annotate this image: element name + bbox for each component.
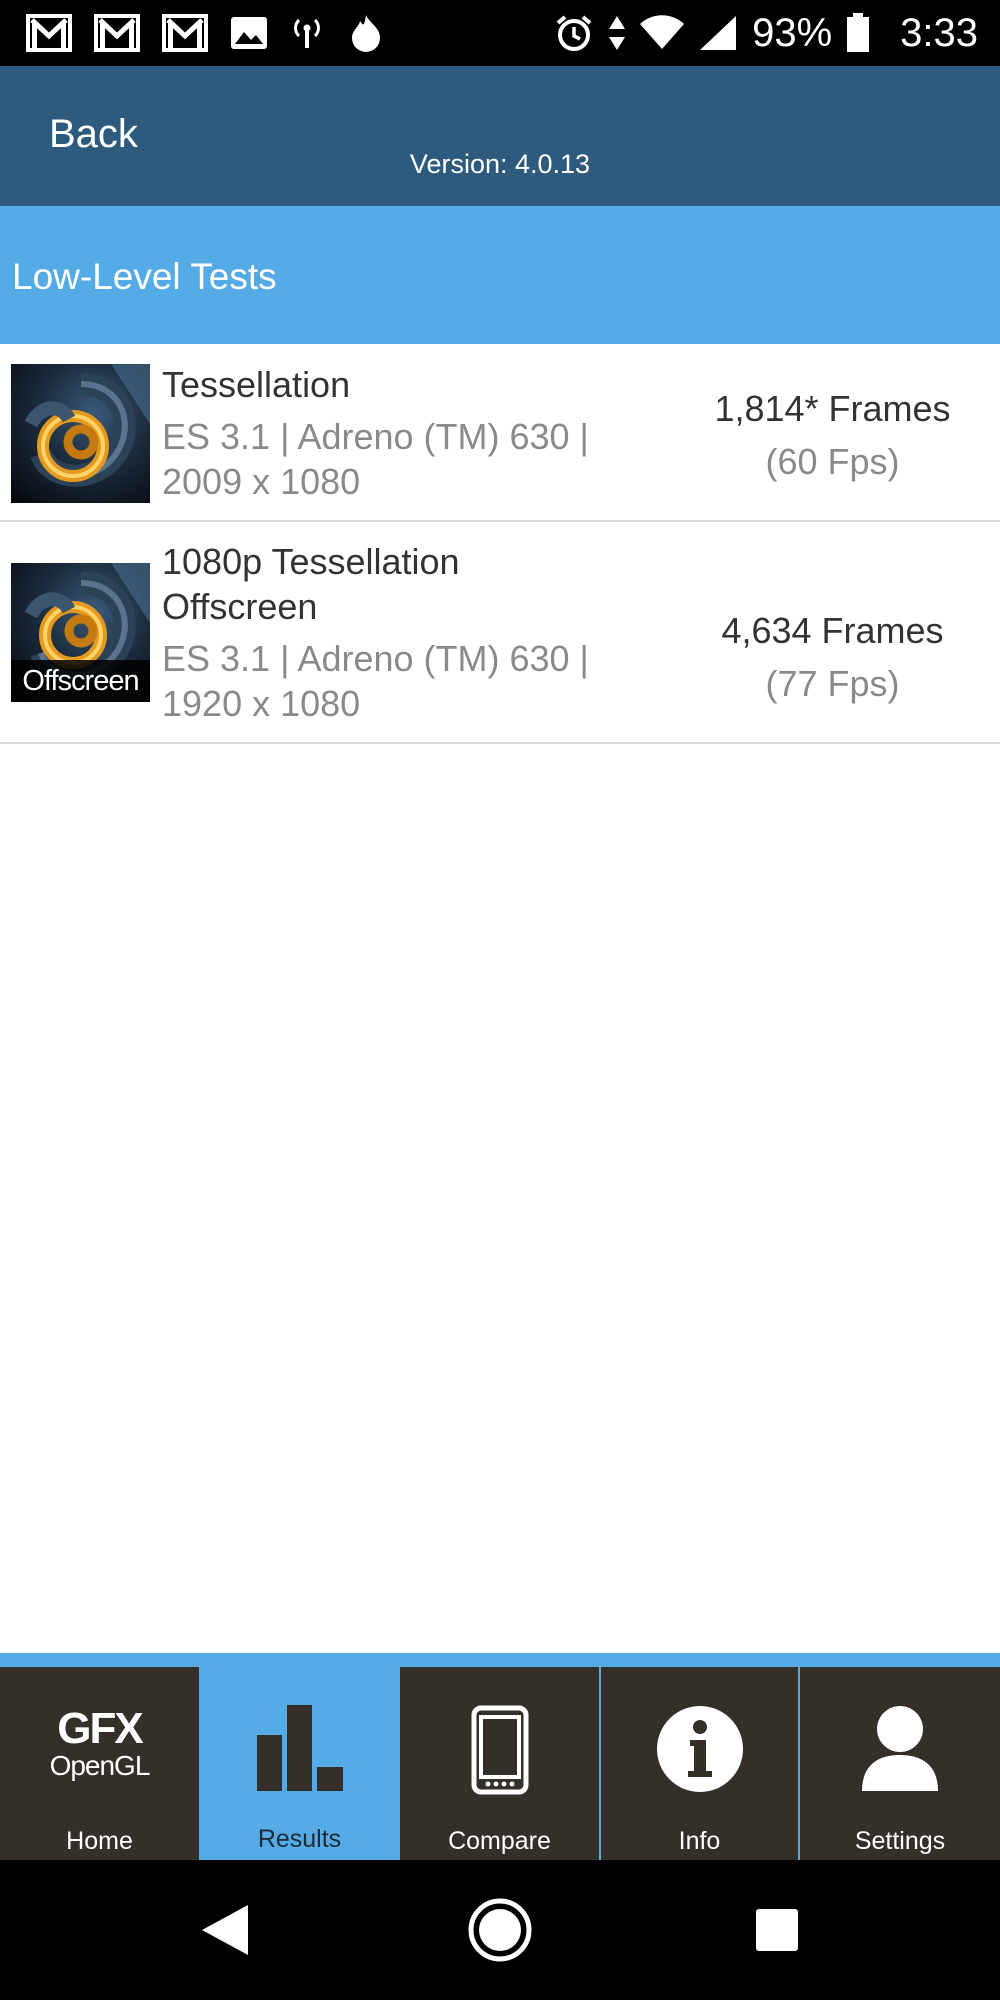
bottom-nav: GFX OpenGL Home Results Compare Info Set…: [0, 1653, 1000, 1860]
gmail-icon: [162, 14, 208, 52]
phone-icon: [400, 1705, 599, 1795]
user-icon: [800, 1705, 1000, 1791]
status-bar: 93% 3:33: [0, 0, 1000, 66]
data-arrows-icon: [608, 14, 626, 52]
logo-opengl: OpenGL: [49, 1750, 151, 1781]
section-title: Low-Level Tests: [12, 256, 277, 297]
offscreen-badge: Offscreen: [11, 660, 150, 702]
score-frames: 4,634 Frames: [721, 610, 944, 651]
gmail-icon: [26, 14, 72, 52]
tab-label: Home: [66, 1827, 133, 1855]
tab-home[interactable]: GFX OpenGL Home: [0, 1667, 199, 1860]
test-title-line: Offscreen: [162, 586, 318, 627]
tab-label: Info: [678, 1827, 721, 1855]
battery-icon: [846, 13, 870, 53]
notification-icons: [26, 13, 408, 53]
score-fps: (77 Fps): [765, 663, 900, 704]
tab-compare[interactable]: Compare: [400, 1667, 599, 1860]
test-score: 4,634 Frames (77 Fps): [665, 604, 1000, 710]
clock: 3:33: [900, 10, 978, 55]
test-score: 1,814* Frames (60 Fps): [665, 382, 1000, 488]
tab-label: Results: [257, 1825, 342, 1853]
gmail-icon: [94, 14, 140, 52]
app-header: Back Version: 4.0.13: [0, 66, 1000, 206]
signal-icon: [698, 14, 738, 52]
tab-settings[interactable]: Settings: [800, 1667, 1000, 1860]
section-header: Low-Level Tests: [0, 206, 1000, 344]
info-icon: [601, 1705, 798, 1793]
version-label: Version: 4.0.13: [409, 149, 591, 179]
gfx-logo-icon: GFX OpenGL: [0, 1707, 199, 1781]
test-api-gpu: ES 3.1 | Adreno (TM) 630 |: [162, 638, 589, 679]
tab-info[interactable]: Info: [601, 1667, 798, 1860]
test-thumbnail: [11, 364, 150, 503]
test-title: 1080p Tessellation Offscreen: [162, 539, 632, 629]
test-detail: ES 3.1 | Adreno (TM) 630 | 1920 x 1080: [162, 636, 632, 726]
bar-chart-icon: [201, 1705, 398, 1791]
test-title: Tessellation: [162, 364, 351, 405]
logo-gfx: GFX: [57, 1704, 143, 1753]
test-title-line: 1080p Tessellation: [162, 541, 460, 582]
wifi-icon: [640, 15, 685, 51]
tab-label: Compare: [448, 1827, 551, 1855]
back-icon[interactable]: [170, 1860, 280, 2000]
home-icon[interactable]: [445, 1860, 555, 2000]
tab-label: Settings: [854, 1827, 946, 1855]
image-icon: [230, 16, 268, 50]
test-resolution: 2009 x 1080: [162, 461, 361, 502]
system-status: 93% 3:33: [540, 11, 978, 56]
flame-icon: [346, 13, 386, 53]
screen: 93% 3:33 Back Version: 4.0.13 Low-Level …: [0, 0, 1000, 2000]
result-row-tessellation-offscreen[interactable]: Offscreen 1080p Tessellation Offscreen E…: [0, 522, 1000, 744]
recents-icon[interactable]: [722, 1860, 832, 2000]
test-detail: ES 3.1 | Adreno (TM) 630 | 2009 x 1080: [162, 414, 632, 504]
battery-percent: 93%: [752, 10, 833, 55]
alarm-icon: [554, 13, 594, 53]
score-frames: 1,814* Frames: [714, 388, 951, 429]
test-resolution: 1920 x 1080: [162, 683, 361, 724]
tab-results[interactable]: Results: [201, 1667, 398, 1860]
result-row-tessellation[interactable]: Tessellation ES 3.1 | Adreno (TM) 630 | …: [0, 344, 1000, 522]
system-nav-bar: [0, 1860, 1000, 2000]
test-api-gpu: ES 3.1 | Adreno (TM) 630 |: [162, 416, 589, 457]
hotspot-icon: [290, 16, 324, 50]
score-fps: (60 Fps): [765, 441, 900, 482]
test-thumbnail: Offscreen: [11, 563, 150, 702]
